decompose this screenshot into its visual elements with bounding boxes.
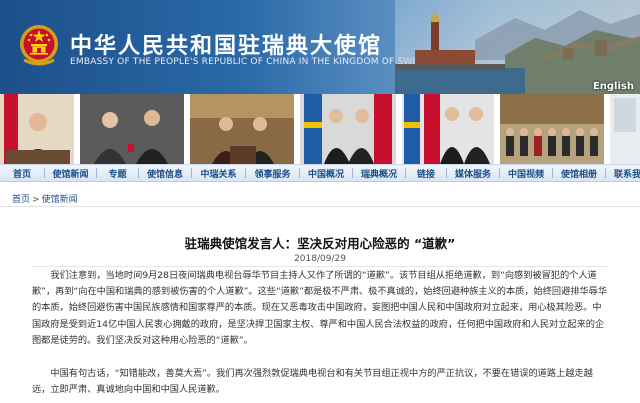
photo-group-picture	[500, 94, 604, 164]
nav-item-china-video[interactable]: 中国视频	[500, 167, 552, 180]
photo-strip	[0, 94, 640, 164]
national-emblem-icon	[20, 25, 58, 66]
photo-signing-ceremony	[190, 94, 294, 164]
article-date: 2018/09/29	[294, 254, 346, 264]
english-version-link[interactable]: English	[593, 81, 634, 92]
article-title: 驻瑞典使馆发言人：坚决反对用心险恶的 “道歉”	[184, 236, 456, 251]
site-title-en: EMBASSY OF THE PEOPLE'S REPUBLIC OF CHIN…	[70, 57, 439, 67]
nav-item-embassy-news[interactable]: 使馆新闻	[45, 167, 96, 180]
banner-scenery-image	[395, 0, 640, 94]
nav-item-embassy-info[interactable]: 使馆信息	[139, 167, 191, 180]
photo-window-edge	[610, 94, 640, 164]
nav-item-china-sweden-relations[interactable]: 中瑞关系	[192, 167, 245, 180]
photo-leaders-flags	[402, 94, 494, 164]
breadcrumb-home-link[interactable]: 首页	[12, 195, 30, 205]
breadcrumb-separator: >	[32, 195, 40, 205]
breadcrumb-news-link[interactable]: 使馆新闻	[42, 195, 78, 205]
photo-meeting-two-people	[80, 94, 184, 164]
site-banner: 中华人民共和国驻瑞典大使馆 EMBASSY OF THE PEOPLE'S RE…	[0, 0, 640, 94]
nav-item-home[interactable]: 首页	[0, 167, 44, 180]
nav-item-contact-us[interactable]: 联系我们	[606, 167, 640, 180]
main-nav: 首页 使馆新闻 专题 使馆信息 中瑞关系 领事服务 中国概况 瑞典概况 链接 媒…	[0, 164, 640, 182]
nav-item-sweden-overview[interactable]: 瑞典概况	[353, 167, 405, 180]
nav-item-special-topics[interactable]: 专题	[97, 167, 138, 180]
article-paragraph: 中国有句古话，“知错能改，善莫大焉”。我们再次强烈敦促瑞典电视台和有关节目组正视…	[32, 368, 593, 396]
nav-item-media-services[interactable]: 媒体服务	[447, 167, 499, 180]
nav-item-china-overview[interactable]: 中国概况	[300, 167, 352, 180]
photo-ambassador-portrait	[0, 94, 74, 164]
breadcrumb-divider	[0, 206, 640, 207]
nav-item-embassy-album[interactable]: 使馆相册	[553, 167, 605, 180]
breadcrumb: 首页 > 使馆新闻	[12, 192, 78, 205]
nav-item-consular-services[interactable]: 领事服务	[246, 167, 299, 180]
article-paragraph: 我们注意到，当地时间9月28日夜间瑞典电视台辱华节目主持人又作了所谓的“道歉”。…	[32, 270, 608, 346]
site-title-cn: 中华人民共和国驻瑞典大使馆	[70, 34, 383, 59]
article-divider	[32, 266, 608, 267]
nav-item-links[interactable]: 链接	[406, 167, 446, 180]
photo-handshake-flags	[300, 94, 396, 164]
